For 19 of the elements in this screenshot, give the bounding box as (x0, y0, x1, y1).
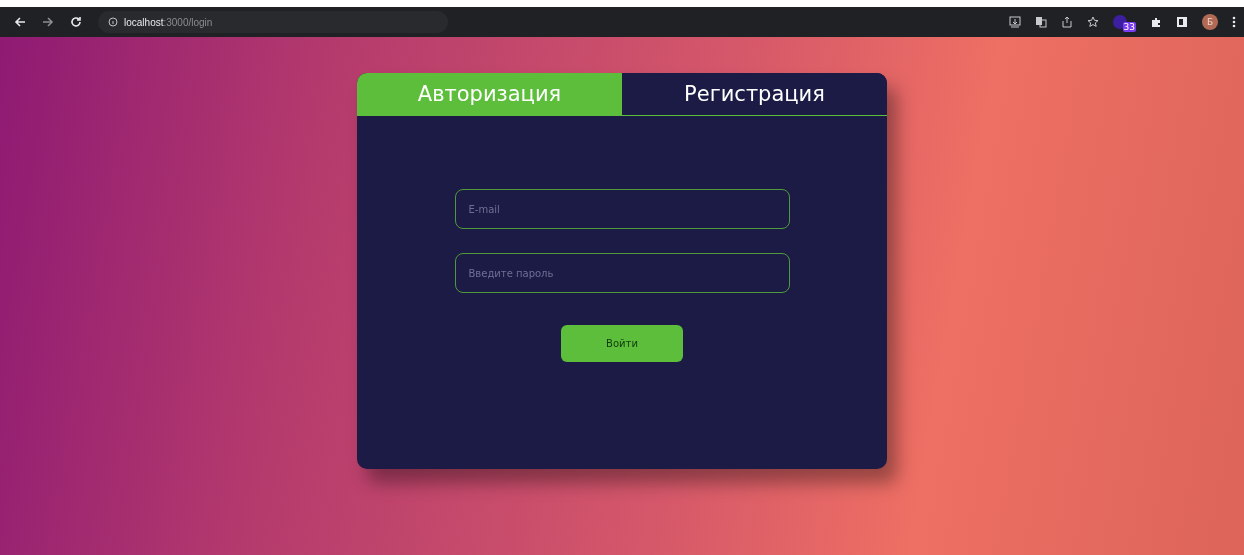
form-tab[interactable]: Регистрация (622, 73, 887, 115)
email-field[interactable]: E-mail (454, 189, 790, 229)
forward-arrow-icon[interactable] (42, 16, 54, 28)
login-button[interactable]: Войти (561, 325, 683, 362)
sidebar-icon[interactable] (1176, 16, 1188, 28)
extension-badge: 33 (1122, 22, 1136, 32)
url-text: localhost:3000/login (124, 16, 213, 28)
share-icon[interactable] (1060, 16, 1073, 28)
info-icon (108, 17, 118, 27)
puzzle-icon[interactable] (1150, 16, 1162, 28)
star-icon[interactable] (1086, 16, 1099, 28)
install-icon[interactable] (1008, 16, 1021, 28)
translate-icon[interactable] (1034, 16, 1047, 28)
password-field[interactable]: Введите пароль (454, 253, 790, 293)
profile-avatar[interactable]: Б (1202, 14, 1218, 30)
address-bar[interactable]: localhost:3000/login (98, 11, 448, 33)
back-arrow-icon[interactable] (14, 16, 26, 28)
reload-icon[interactable] (70, 16, 82, 28)
menu-icon[interactable] (1232, 16, 1236, 28)
